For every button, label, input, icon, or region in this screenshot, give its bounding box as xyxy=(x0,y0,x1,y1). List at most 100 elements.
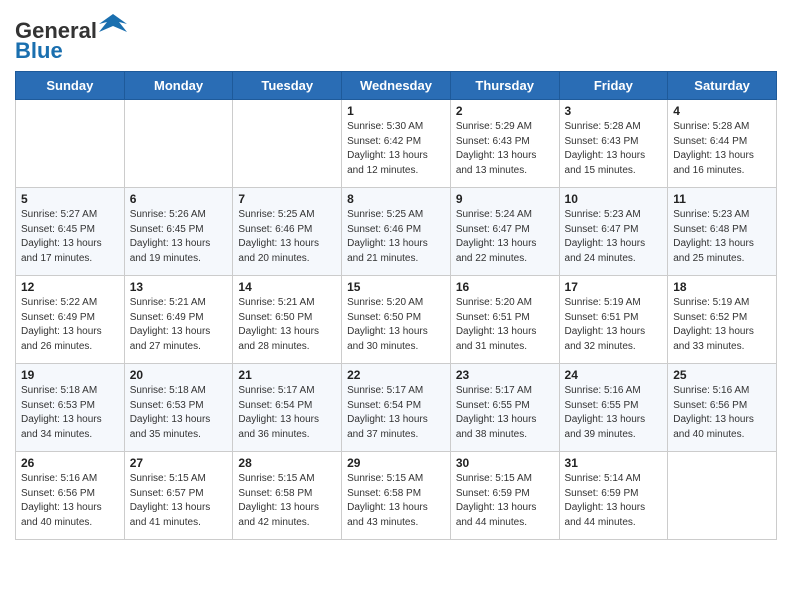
day-info: Sunrise: 5:15 AM Sunset: 6:58 PM Dayligh… xyxy=(238,472,336,530)
day-number: 12 xyxy=(21,280,119,294)
calendar-cell: 20 Sunrise: 5:18 AM Sunset: 6:53 PM Dayli… xyxy=(124,364,233,452)
day-number: 30 xyxy=(456,456,554,470)
calendar-cell: 13 Sunrise: 5:21 AM Sunset: 6:49 PM Dayli… xyxy=(124,276,233,364)
calendar-cell: 5 Sunrise: 5:27 AM Sunset: 6:45 PM Daylig… xyxy=(16,188,125,276)
calendar-table: SundayMondayTuesdayWednesdayThursdayFrid… xyxy=(15,71,777,540)
day-info: Sunrise: 5:25 AM Sunset: 6:46 PM Dayligh… xyxy=(238,208,336,266)
logo: General Blue xyxy=(15,10,127,63)
day-info: Sunrise: 5:17 AM Sunset: 6:55 PM Dayligh… xyxy=(456,384,554,442)
calendar-cell: 17 Sunrise: 5:19 AM Sunset: 6:51 PM Dayli… xyxy=(559,276,668,364)
day-info: Sunrise: 5:22 AM Sunset: 6:49 PM Dayligh… xyxy=(21,296,119,354)
day-info: Sunrise: 5:15 AM Sunset: 6:59 PM Dayligh… xyxy=(456,472,554,530)
weekday-header-row: SundayMondayTuesdayWednesdayThursdayFrid… xyxy=(16,72,777,100)
calendar-cell: 3Sunrise: 5:28 AM Sunset: 6:43 PM Daylig… xyxy=(559,100,668,188)
day-number: 18 xyxy=(673,280,771,294)
calendar-cell xyxy=(233,100,342,188)
day-info: Sunrise: 5:21 AM Sunset: 6:49 PM Dayligh… xyxy=(130,296,228,354)
day-number: 15 xyxy=(347,280,445,294)
day-number: 25 xyxy=(673,368,771,382)
day-number: 6 xyxy=(130,192,228,206)
day-number: 4 xyxy=(673,104,771,118)
day-number: 16 xyxy=(456,280,554,294)
logo-blue-text: Blue xyxy=(15,38,63,63)
calendar-cell: 22 Sunrise: 5:17 AM Sunset: 6:54 PM Dayli… xyxy=(342,364,451,452)
day-number: 31 xyxy=(565,456,663,470)
day-number: 29 xyxy=(347,456,445,470)
day-number: 10 xyxy=(565,192,663,206)
day-number: 2 xyxy=(456,104,554,118)
calendar-cell: 12 Sunrise: 5:22 AM Sunset: 6:49 PM Dayli… xyxy=(16,276,125,364)
day-number: 21 xyxy=(238,368,336,382)
day-info: Sunrise: 5:19 AM Sunset: 6:51 PM Dayligh… xyxy=(565,296,663,354)
calendar-cell: 19Sunrise: 5:18 AM Sunset: 6:53 PM Dayli… xyxy=(16,364,125,452)
day-info: Sunrise: 5:27 AM Sunset: 6:45 PM Dayligh… xyxy=(21,208,119,266)
day-info: Sunrise: 5:29 AM Sunset: 6:43 PM Dayligh… xyxy=(456,120,554,178)
weekday-header-saturday: Saturday xyxy=(668,72,777,100)
calendar-cell: 2 Sunrise: 5:29 AM Sunset: 6:43 PM Daylig… xyxy=(450,100,559,188)
day-info: Sunrise: 5:18 AM Sunset: 6:53 PM Dayligh… xyxy=(130,384,228,442)
day-info: Sunrise: 5:18 AM Sunset: 6:53 PM Dayligh… xyxy=(21,384,119,442)
day-info: Sunrise: 5:20 AM Sunset: 6:51 PM Dayligh… xyxy=(456,296,554,354)
calendar-cell: 1 Sunrise: 5:30 AM Sunset: 6:42 PM Daylig… xyxy=(342,100,451,188)
day-number: 28 xyxy=(238,456,336,470)
day-info: Sunrise: 5:19 AM Sunset: 6:52 PM Dayligh… xyxy=(673,296,771,354)
weekday-header-sunday: Sunday xyxy=(16,72,125,100)
calendar-week-3: 12 Sunrise: 5:22 AM Sunset: 6:49 PM Dayli… xyxy=(16,276,777,364)
calendar-week-5: 26 Sunrise: 5:16 AM Sunset: 6:56 PM Dayli… xyxy=(16,452,777,540)
calendar-cell: 11Sunrise: 5:23 AM Sunset: 6:48 PM Dayli… xyxy=(668,188,777,276)
calendar-cell: 10 Sunrise: 5:23 AM Sunset: 6:47 PM Dayli… xyxy=(559,188,668,276)
day-info: Sunrise: 5:23 AM Sunset: 6:47 PM Dayligh… xyxy=(565,208,663,266)
calendar-cell xyxy=(124,100,233,188)
calendar-cell: 21 Sunrise: 5:17 AM Sunset: 6:54 PM Dayli… xyxy=(233,364,342,452)
day-info: Sunrise: 5:17 AM Sunset: 6:54 PM Dayligh… xyxy=(238,384,336,442)
calendar-cell: 8Sunrise: 5:25 AM Sunset: 6:46 PM Daylig… xyxy=(342,188,451,276)
calendar-cell: 30 Sunrise: 5:15 AM Sunset: 6:59 PM Dayli… xyxy=(450,452,559,540)
day-info: Sunrise: 5:25 AM Sunset: 6:46 PM Dayligh… xyxy=(347,208,445,266)
day-number: 13 xyxy=(130,280,228,294)
day-info: Sunrise: 5:20 AM Sunset: 6:50 PM Dayligh… xyxy=(347,296,445,354)
day-number: 11 xyxy=(673,192,771,206)
day-number: 23 xyxy=(456,368,554,382)
calendar-cell xyxy=(668,452,777,540)
calendar-cell: 25 Sunrise: 5:16 AM Sunset: 6:56 PM Dayli… xyxy=(668,364,777,452)
page-header: General Blue xyxy=(15,10,777,63)
calendar-week-4: 19Sunrise: 5:18 AM Sunset: 6:53 PM Dayli… xyxy=(16,364,777,452)
day-number: 17 xyxy=(565,280,663,294)
calendar-cell: 15 Sunrise: 5:20 AM Sunset: 6:50 PM Dayli… xyxy=(342,276,451,364)
calendar-cell: 31 Sunrise: 5:14 AM Sunset: 6:59 PM Dayli… xyxy=(559,452,668,540)
logo-bird-icon xyxy=(99,10,127,38)
calendar-cell: 27 Sunrise: 5:15 AM Sunset: 6:57 PM Dayli… xyxy=(124,452,233,540)
day-info: Sunrise: 5:21 AM Sunset: 6:50 PM Dayligh… xyxy=(238,296,336,354)
day-number: 9 xyxy=(456,192,554,206)
day-info: Sunrise: 5:26 AM Sunset: 6:45 PM Dayligh… xyxy=(130,208,228,266)
calendar-cell: 14Sunrise: 5:21 AM Sunset: 6:50 PM Dayli… xyxy=(233,276,342,364)
day-info: Sunrise: 5:24 AM Sunset: 6:47 PM Dayligh… xyxy=(456,208,554,266)
day-number: 1 xyxy=(347,104,445,118)
calendar-cell xyxy=(16,100,125,188)
calendar-cell: 26 Sunrise: 5:16 AM Sunset: 6:56 PM Dayli… xyxy=(16,452,125,540)
day-info: Sunrise: 5:16 AM Sunset: 6:56 PM Dayligh… xyxy=(673,384,771,442)
day-info: Sunrise: 5:16 AM Sunset: 6:55 PM Dayligh… xyxy=(565,384,663,442)
day-info: Sunrise: 5:15 AM Sunset: 6:57 PM Dayligh… xyxy=(130,472,228,530)
day-number: 26 xyxy=(21,456,119,470)
calendar-cell: 9 Sunrise: 5:24 AM Sunset: 6:47 PM Daylig… xyxy=(450,188,559,276)
weekday-header-thursday: Thursday xyxy=(450,72,559,100)
day-number: 27 xyxy=(130,456,228,470)
day-info: Sunrise: 5:30 AM Sunset: 6:42 PM Dayligh… xyxy=(347,120,445,178)
day-info: Sunrise: 5:28 AM Sunset: 6:44 PM Dayligh… xyxy=(673,120,771,178)
day-number: 20 xyxy=(130,368,228,382)
day-number: 3 xyxy=(565,104,663,118)
day-info: Sunrise: 5:14 AM Sunset: 6:59 PM Dayligh… xyxy=(565,472,663,530)
calendar-cell: 7Sunrise: 5:25 AM Sunset: 6:46 PM Daylig… xyxy=(233,188,342,276)
day-number: 22 xyxy=(347,368,445,382)
weekday-header-friday: Friday xyxy=(559,72,668,100)
day-info: Sunrise: 5:16 AM Sunset: 6:56 PM Dayligh… xyxy=(21,472,119,530)
calendar-cell: 29Sunrise: 5:15 AM Sunset: 6:58 PM Dayli… xyxy=(342,452,451,540)
calendar-cell: 28 Sunrise: 5:15 AM Sunset: 6:58 PM Dayli… xyxy=(233,452,342,540)
calendar-cell: 16 Sunrise: 5:20 AM Sunset: 6:51 PM Dayli… xyxy=(450,276,559,364)
calendar-cell: 18 Sunrise: 5:19 AM Sunset: 6:52 PM Dayli… xyxy=(668,276,777,364)
day-number: 5 xyxy=(21,192,119,206)
day-info: Sunrise: 5:17 AM Sunset: 6:54 PM Dayligh… xyxy=(347,384,445,442)
calendar-cell: 23 Sunrise: 5:17 AM Sunset: 6:55 PM Dayli… xyxy=(450,364,559,452)
calendar-cell: 24Sunrise: 5:16 AM Sunset: 6:55 PM Dayli… xyxy=(559,364,668,452)
